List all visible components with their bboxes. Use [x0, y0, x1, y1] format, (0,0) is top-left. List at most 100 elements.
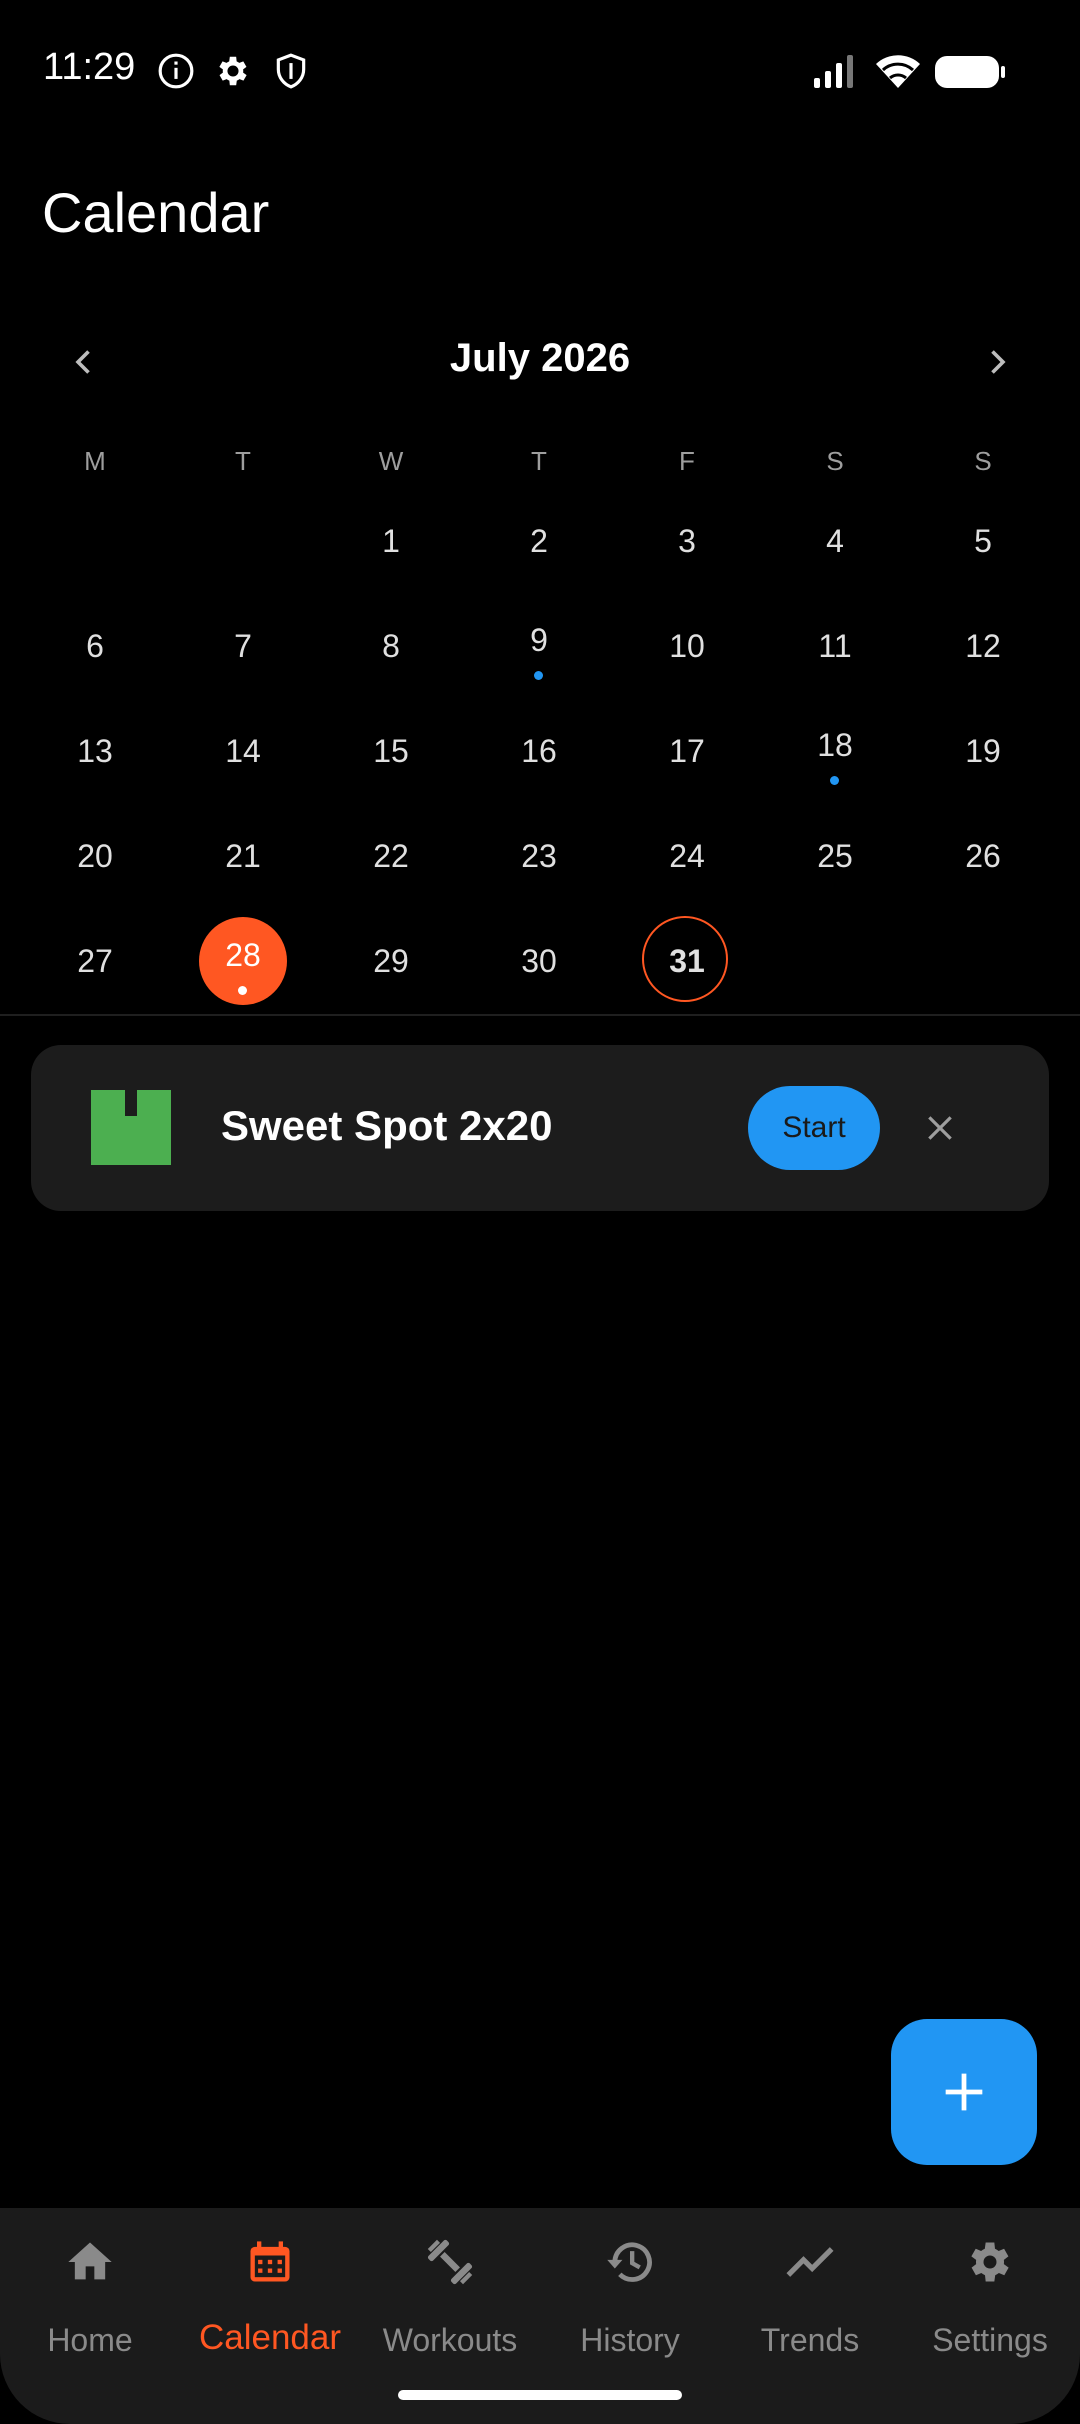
- day-number: 25: [817, 837, 853, 874]
- calendar-day[interactable]: 17: [613, 703, 761, 799]
- calendar-day[interactable]: 14: [169, 703, 317, 799]
- calendar-day[interactable]: 30: [465, 913, 613, 1009]
- calendar-day[interactable]: 29: [317, 913, 465, 1009]
- workout-marker-dot: [534, 671, 543, 680]
- day-number: 21: [225, 837, 261, 874]
- calendar-day-today[interactable]: 31: [613, 913, 761, 1009]
- dumbbell-icon: [427, 2239, 473, 2285]
- day-number: 8: [382, 627, 400, 664]
- weekday-label: T: [235, 446, 251, 476]
- day-number: 16: [521, 732, 557, 769]
- page-title: Calendar: [42, 181, 270, 244]
- nav-label: Calendar: [198, 2318, 342, 2357]
- day-number: 27: [77, 942, 113, 979]
- history-icon: [607, 2242, 652, 2282]
- weekday-label: F: [679, 446, 695, 476]
- calendar-day[interactable]: 4: [761, 493, 909, 589]
- home-icon: [68, 2242, 112, 2280]
- scheduled-workout-card[interactable]: Sweet Spot 2x20 Start: [31, 1045, 1049, 1211]
- signal-icon: [814, 55, 853, 88]
- status-time: 11:29: [43, 46, 136, 88]
- day-number: 7: [234, 627, 252, 664]
- nav-label: Settings: [932, 2322, 1048, 2358]
- calendar-day[interactable]: 24: [613, 808, 761, 904]
- weekday-label: S: [974, 446, 992, 476]
- workout-title: Sweet Spot 2x20: [221, 1102, 553, 1149]
- day-number: 17: [669, 732, 705, 769]
- calendar-day[interactable]: 8: [317, 598, 465, 694]
- nav-item-home[interactable]: Home: [0, 2230, 180, 2360]
- day-number: 2: [530, 522, 548, 559]
- day-number: 11: [818, 627, 852, 664]
- next-month-button[interactable]: [965, 330, 1029, 394]
- day-number: 29: [373, 942, 409, 979]
- calendar-day[interactable]: 6: [21, 598, 169, 694]
- weekday-label: M: [84, 446, 106, 476]
- calendar-day[interactable]: 7: [169, 598, 317, 694]
- calendar-day[interactable]: 22: [317, 808, 465, 904]
- day-number: 28: [225, 936, 261, 973]
- close-icon: [928, 1116, 952, 1140]
- plus-icon: [945, 2073, 983, 2111]
- calendar-day[interactable]: 1: [317, 493, 465, 589]
- workout-marker-dot: [830, 776, 839, 785]
- weekday-label: T: [531, 446, 547, 476]
- calendar-day[interactable]: 10: [613, 598, 761, 694]
- remove-workout-button[interactable]: [915, 1103, 965, 1153]
- calendar-day[interactable]: 19: [909, 703, 1057, 799]
- calendar-day[interactable]: 2: [465, 493, 613, 589]
- nav-item-calendar[interactable]: Calendar: [180, 2230, 360, 2360]
- wifi-icon: [876, 55, 920, 88]
- calendar-day[interactable]: 5: [909, 493, 1057, 589]
- workout-profile-icon: [91, 1090, 171, 1165]
- shield-icon: [276, 53, 306, 89]
- calendar-day[interactable]: 3: [613, 493, 761, 589]
- day-number: 9: [530, 621, 548, 658]
- calendar-day[interactable]: 11: [761, 598, 909, 694]
- info-icon: [158, 53, 194, 89]
- calendar-day[interactable]: 12: [909, 598, 1057, 694]
- day-number: 22: [373, 837, 409, 874]
- calendar-day[interactable]: 23: [465, 808, 613, 904]
- day-number: 31: [669, 942, 705, 979]
- calendar-day[interactable]: 18: [761, 703, 909, 799]
- calendar-icon: [250, 2241, 290, 2282]
- calendar-day[interactable]: 9: [465, 598, 613, 694]
- nav-item-history[interactable]: History: [540, 2230, 720, 2360]
- day-number: 20: [77, 837, 113, 874]
- day-number: 30: [521, 942, 557, 979]
- nav-item-settings[interactable]: Settings: [900, 2230, 1080, 2360]
- start-workout-button[interactable]: Start: [748, 1086, 880, 1170]
- calendar-day-selected[interactable]: 28: [169, 913, 317, 1009]
- nav-item-workouts[interactable]: Workouts: [360, 2230, 540, 2360]
- day-number: 24: [669, 837, 705, 874]
- day-number: 1: [382, 522, 400, 559]
- day-number: 26: [965, 837, 1001, 874]
- day-number: 4: [826, 522, 844, 559]
- day-number: 15: [373, 732, 409, 769]
- nav-label: Trends: [760, 2322, 860, 2358]
- settings-status-icon: [219, 56, 247, 86]
- calendar-day[interactable]: 13: [21, 703, 169, 799]
- day-number: 18: [817, 726, 853, 763]
- nav-label: History: [580, 2322, 680, 2358]
- trend-icon: [786, 2247, 834, 2277]
- calendar-day[interactable]: 16: [465, 703, 613, 799]
- calendar-day[interactable]: 25: [761, 808, 909, 904]
- calendar-day[interactable]: 27: [21, 913, 169, 1009]
- calendar-day[interactable]: 20: [21, 808, 169, 904]
- nav-item-trends[interactable]: Trends: [720, 2230, 900, 2360]
- day-number: 13: [77, 732, 113, 769]
- home-indicator[interactable]: [398, 2390, 682, 2400]
- chevron-right-icon: [991, 350, 1006, 374]
- day-number: 6: [86, 627, 104, 664]
- day-number: 23: [521, 837, 557, 874]
- day-number: 3: [678, 522, 696, 559]
- nav-label: Home: [47, 2322, 133, 2358]
- day-number: 14: [225, 732, 261, 769]
- calendar-day[interactable]: 26: [909, 808, 1057, 904]
- calendar-day[interactable]: 21: [169, 808, 317, 904]
- calendar-day[interactable]: 15: [317, 703, 465, 799]
- add-workout-fab[interactable]: [891, 2019, 1037, 2165]
- status-bar: 11:29: [0, 0, 1080, 140]
